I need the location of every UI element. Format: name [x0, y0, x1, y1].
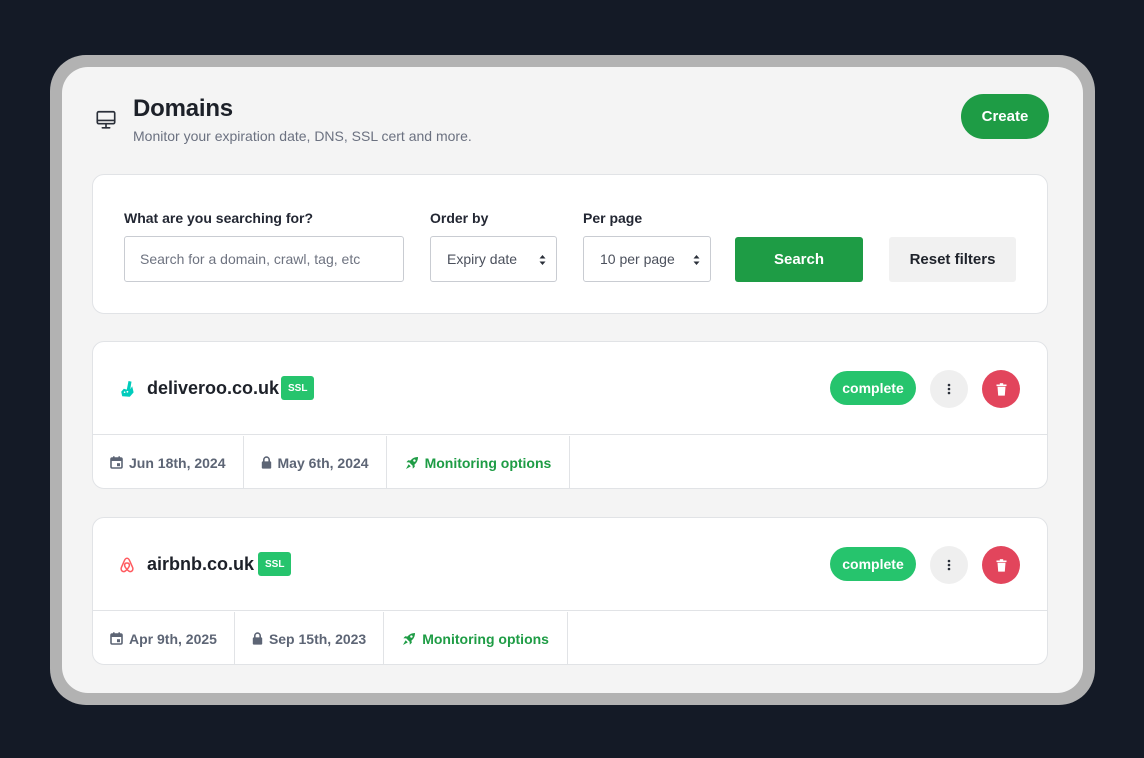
domain-name-link[interactable]: deliveroo.co.uk — [147, 378, 279, 399]
order-by-label: Order by — [430, 210, 489, 226]
select-arrows-icon — [693, 255, 700, 265]
ssl-date-text: May 6th, 2024 — [277, 454, 369, 471]
ssl-date: Sep 15th, 2023 — [235, 612, 385, 665]
monitoring-options-label: Monitoring options — [424, 454, 552, 471]
ssl-date-text: Sep 15th, 2023 — [268, 630, 367, 647]
domain-card: deliveroo.co.uk SSL complete Jun 18th, 2… — [92, 341, 1048, 489]
per-page-value: 10 per page — [600, 251, 675, 267]
deliveroo-logo-icon — [119, 380, 135, 398]
vertical-dots-icon — [947, 559, 951, 571]
filter-panel: What are you searching for? Order by Exp… — [92, 174, 1048, 314]
domain-card-details: Apr 9th, 2025 Sep 15th, 2023 Monitoring … — [93, 612, 568, 665]
trash-icon — [996, 382, 1006, 396]
domain-card: airbnb.co.uk SSL complete Apr 9th, 2025 … — [92, 517, 1048, 665]
per-page-label: Per page — [583, 210, 643, 226]
domain-name-link[interactable]: airbnb.co.uk — [147, 554, 254, 575]
ssl-badge: SSL — [281, 376, 315, 400]
order-by-select[interactable]: Expiry date — [430, 236, 557, 282]
reset-filters-button[interactable]: Reset filters — [889, 237, 1016, 282]
per-page-select[interactable]: 10 per page — [583, 236, 711, 282]
calendar-icon — [110, 456, 123, 469]
more-options-button[interactable] — [930, 370, 968, 408]
more-options-button[interactable] — [930, 546, 968, 584]
order-by-value: Expiry date — [447, 251, 518, 267]
expiry-date-text: Jun 18th, 2024 — [129, 454, 226, 471]
create-button[interactable]: Create — [961, 94, 1049, 139]
ssl-date: May 6th, 2024 — [244, 436, 387, 489]
vertical-dots-icon — [947, 383, 951, 395]
device-frame: Domains Monitor your expiration date, DN… — [50, 55, 1095, 705]
trash-icon — [996, 558, 1006, 572]
expiry-date-text: Apr 9th, 2025 — [129, 630, 217, 647]
page-subtitle: Monitor your expiration date, DNS, SSL c… — [133, 128, 472, 144]
lock-icon — [252, 632, 263, 645]
expiry-date: Jun 18th, 2024 — [93, 436, 244, 489]
monitor-icon — [95, 109, 117, 131]
search-button[interactable]: Search — [735, 237, 863, 282]
domain-card-header: airbnb.co.uk SSL complete — [93, 518, 1047, 611]
select-arrows-icon — [539, 255, 546, 265]
airbnb-logo-icon — [119, 556, 135, 574]
domain-card-header: deliveroo.co.uk SSL complete — [93, 342, 1047, 435]
search-label: What are you searching for? — [124, 210, 314, 226]
ssl-badge: SSL — [258, 552, 292, 576]
rocket-icon — [405, 456, 418, 469]
monitoring-options-label: Monitoring options — [422, 630, 549, 647]
app-window: Domains Monitor your expiration date, DN… — [62, 67, 1083, 693]
expiry-date: Apr 9th, 2025 — [93, 612, 235, 665]
delete-button[interactable] — [982, 546, 1020, 584]
search-input[interactable] — [124, 236, 404, 282]
rocket-icon — [403, 632, 416, 645]
monitoring-options-link[interactable]: Monitoring options — [384, 612, 568, 665]
domain-card-details: Jun 18th, 2024 May 6th, 2024 Monitoring … — [93, 436, 571, 489]
page-title: Domains — [133, 95, 233, 122]
delete-button[interactable] — [982, 370, 1020, 408]
lock-icon — [261, 456, 271, 469]
status-badge: complete — [830, 547, 916, 581]
calendar-icon — [110, 632, 123, 645]
monitoring-options-link[interactable]: Monitoring options — [387, 436, 571, 489]
status-badge: complete — [830, 371, 916, 405]
